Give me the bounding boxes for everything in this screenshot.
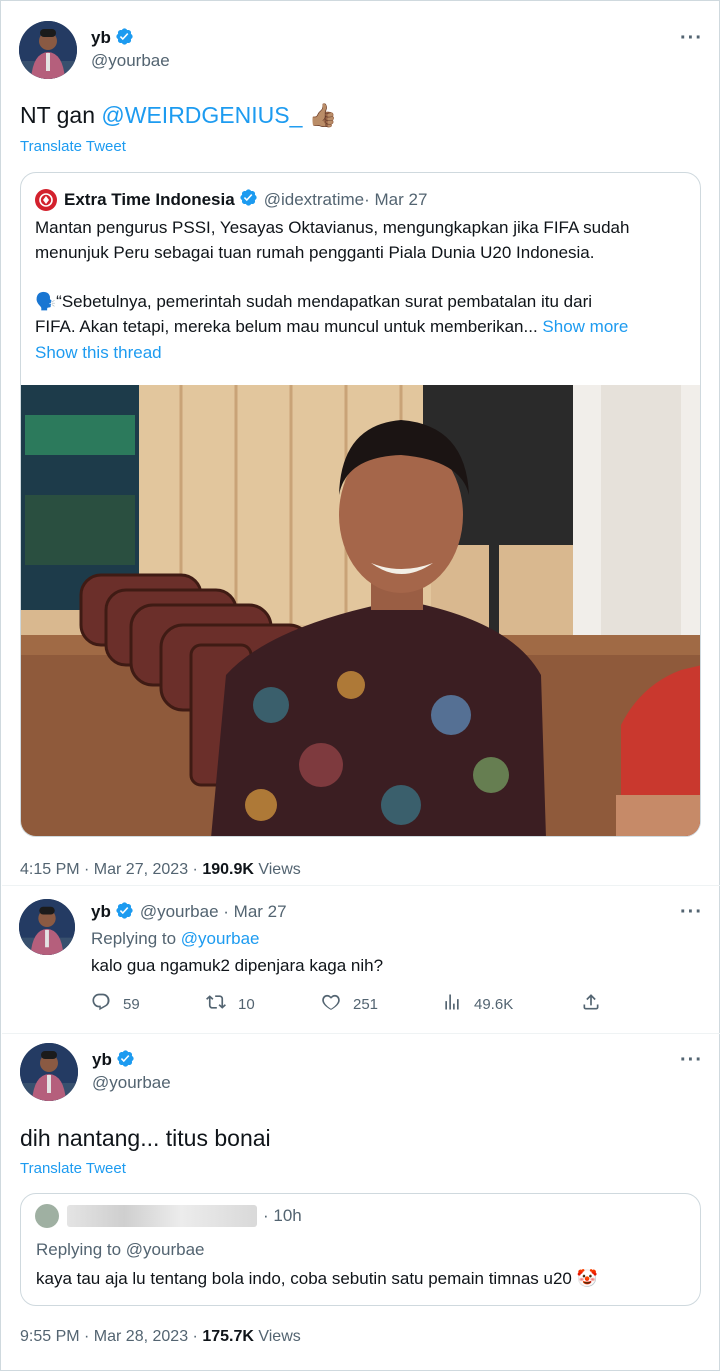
- author-name[interactable]: yb: [92, 1050, 112, 1069]
- views-icon: [442, 992, 462, 1016]
- author-handle[interactable]: @yourbae: [92, 1073, 171, 1093]
- mention-link[interactable]: @WEIRDGENIUS_: [101, 102, 302, 128]
- views-label: Views: [253, 1328, 301, 1345]
- verified-badge-icon: [115, 27, 134, 51]
- extra-time-logo-icon: [35, 189, 57, 211]
- blurred-name: [67, 1205, 257, 1227]
- replying-to-label: Replying to: [91, 929, 181, 948]
- show-more-link[interactable]: Show more: [542, 317, 628, 336]
- quoted-author-handle[interactable]: @idextratime: [264, 190, 364, 210]
- verified-badge-icon: [116, 1049, 135, 1073]
- views-count: 190.9K: [202, 861, 254, 878]
- avatar-image: [19, 21, 77, 79]
- show-this-thread-link[interactable]: Show this thread: [35, 343, 162, 363]
- quoted-reply[interactable]: · 10h Replying to @yourbae kaya tau aja …: [20, 1193, 701, 1306]
- like-action[interactable]: 251: [321, 992, 378, 1016]
- avatar[interactable]: [20, 1043, 78, 1101]
- quoted-line-4: FIFA. Akan tetapi, mereka belum mau munc…: [35, 314, 628, 339]
- quoted-tweet[interactable]: Extra Time Indonesia @idextratime · Mar …: [20, 172, 701, 837]
- verified-badge-icon: [115, 901, 134, 925]
- views-count: 49.6K: [474, 995, 514, 1013]
- replying-to-handle[interactable]: @yourbae: [181, 929, 260, 948]
- retweet-action[interactable]: 10: [206, 992, 255, 1016]
- quoted-reply-text: kaya tau aja lu tentang bola indo, coba …: [36, 1269, 598, 1288]
- reply-author-name[interactable]: yb: [91, 902, 111, 921]
- photo-illustration: [21, 385, 700, 836]
- translate-tweet-link[interactable]: Translate Tweet: [20, 1160, 126, 1177]
- views-label: Views: [253, 861, 301, 878]
- avatar[interactable]: [19, 899, 75, 955]
- divider: [2, 1033, 720, 1034]
- quoted-date[interactable]: · Mar 27: [364, 190, 427, 210]
- divider: [2, 885, 720, 886]
- replying-to-label: Replying to: [36, 1240, 126, 1259]
- avatar-image: [19, 899, 75, 955]
- tweet-meta: 4:15 PM · Mar 27, 2023 · 190.9K Views: [20, 861, 301, 879]
- more-icon[interactable]: ···: [680, 1049, 703, 1072]
- tweet-thread-frame: yb @yourbae ··· NT gan @WEIRDGENIUS_ 👍🏽 …: [0, 0, 720, 1371]
- author-name[interactable]: yb: [91, 28, 111, 47]
- share-icon: [581, 992, 601, 1016]
- translate-tweet-link[interactable]: Translate Tweet: [20, 138, 126, 155]
- quoted-line-4-text: FIFA. Akan tetapi, mereka belum mau munc…: [35, 317, 538, 336]
- like-count: 251: [353, 995, 379, 1013]
- more-icon[interactable]: ···: [680, 901, 703, 924]
- share-action[interactable]: [581, 992, 601, 1016]
- quoted-reply-time[interactable]: · 10h: [263, 1206, 302, 1226]
- quoted-photo[interactable]: [21, 385, 700, 836]
- reply-count: 59: [123, 995, 140, 1013]
- replying-to-handle[interactable]: @yourbae: [126, 1240, 205, 1259]
- like-icon: [321, 992, 341, 1016]
- replying-to: Replying to @yourbae: [91, 929, 259, 949]
- tweet-text-body: NT gan: [20, 102, 102, 128]
- timestamp[interactable]: 9:55 PM · Mar 28, 2023 ·: [20, 1328, 202, 1345]
- tweet-text: NT gan @WEIRDGENIUS_ 👍🏽: [20, 102, 337, 129]
- quoted-line-1: Mantan pengurus PSSI, Yesayas Oktavianus…: [35, 218, 630, 237]
- avatar-image: [20, 1043, 78, 1101]
- retweet-count: 10: [238, 995, 255, 1013]
- reply-date[interactable]: · Mar 27: [219, 902, 286, 921]
- reply-action[interactable]: 59: [91, 992, 140, 1016]
- author-handle[interactable]: @yourbae: [91, 51, 170, 71]
- blurred-avatar: [35, 1204, 59, 1228]
- quoted-line-2: menunjuk Peru sebagai tuan rumah penggan…: [35, 243, 595, 262]
- tweet-text: dih nantang... titus bonai: [20, 1125, 271, 1151]
- timestamp[interactable]: 4:15 PM · Mar 27, 2023 ·: [20, 861, 202, 878]
- verified-badge-icon: [239, 188, 258, 212]
- avatar[interactable]: [19, 21, 77, 79]
- quoted-author-name[interactable]: Extra Time Indonesia: [64, 190, 235, 210]
- quoted-line-3: 🗣️“Sebetulnya, pemerintah sudah mendapat…: [35, 292, 593, 311]
- more-icon[interactable]: ···: [680, 27, 703, 50]
- retweet-icon: [206, 992, 226, 1016]
- views-action[interactable]: 49.6K: [442, 992, 513, 1016]
- views-count: 175.7K: [202, 1328, 254, 1345]
- replying-to: Replying to @yourbae: [36, 1240, 204, 1260]
- thumbs-up-emoji: 👍🏽: [308, 102, 338, 128]
- tweet-meta: 9:55 PM · Mar 28, 2023 · 175.7K Views: [20, 1328, 301, 1346]
- reply-icon: [91, 992, 111, 1016]
- reply-author-handle[interactable]: @yourbae: [140, 902, 219, 921]
- reply-text: kalo gua ngamuk2 dipenjara kaga nih?: [91, 956, 384, 975]
